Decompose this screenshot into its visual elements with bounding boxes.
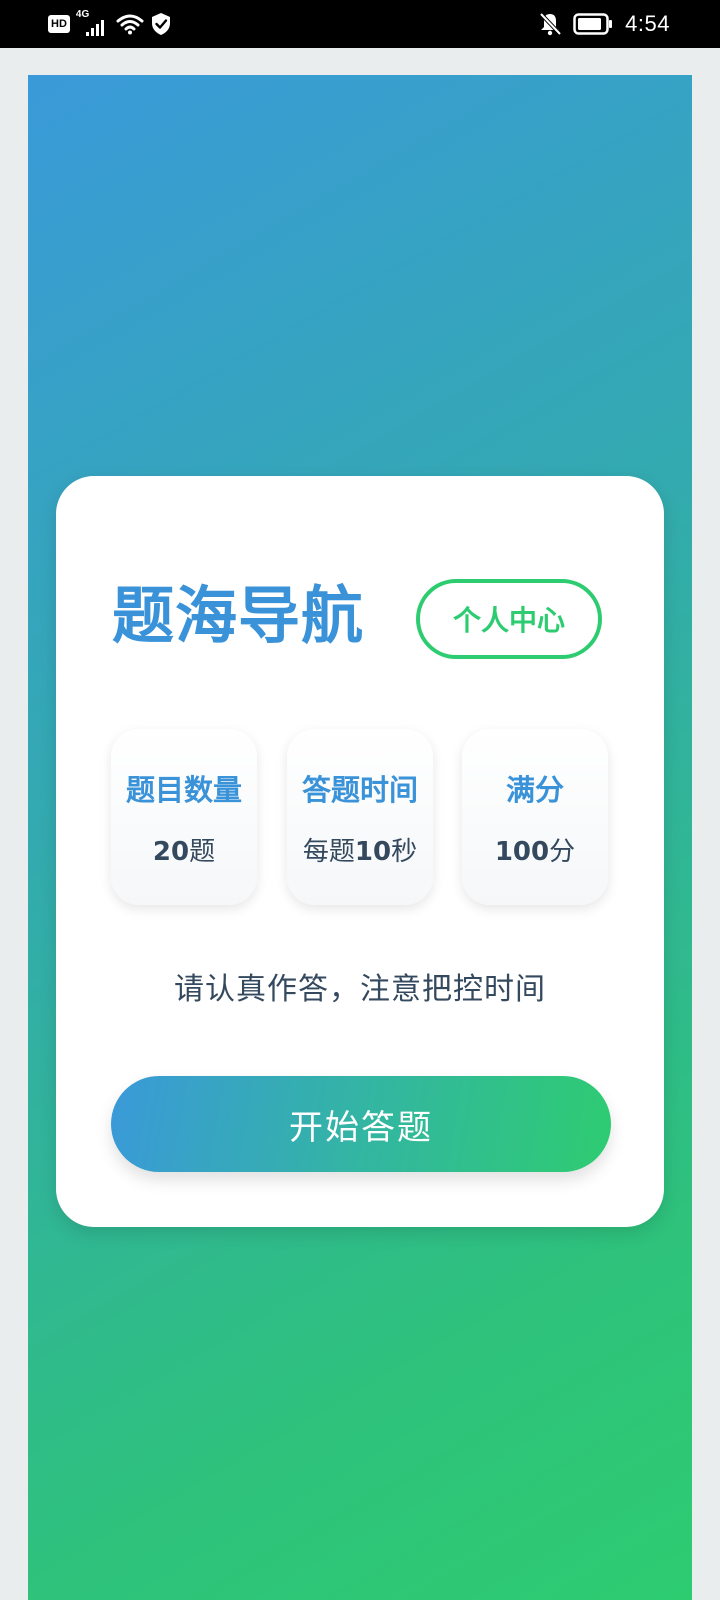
wifi-icon <box>116 14 144 35</box>
cellular-signal-icon: 4G <box>76 9 110 37</box>
stat-value: 20题 <box>152 837 216 867</box>
home-card: 题海导航 个人中心 题目数量 20题 答题时间 每题10秒 满分 100分 请认… <box>56 476 664 1227</box>
stat-card-question-count: 题目数量 20题 <box>111 729 257 905</box>
hd-icon: HD <box>48 15 70 33</box>
stat-card-answer-time: 答题时间 每题10秒 <box>287 729 433 905</box>
stat-label: 满分 <box>505 773 564 807</box>
stat-value-number: 10 <box>354 837 392 867</box>
status-bar-right: 4:54 <box>539 10 670 38</box>
clock-time: 4:54 <box>625 11 670 36</box>
stat-card-full-score: 满分 100分 <box>462 729 608 905</box>
app-title: 题海导航 <box>112 579 365 652</box>
notice-text: 请认真作答，注意把控时间 <box>174 972 546 1007</box>
stat-value: 100分 <box>494 837 576 867</box>
profile-center-button[interactable]: 个人中心 <box>416 579 602 659</box>
notifications-off-icon <box>539 12 562 36</box>
status-bar: HD 4G 4:54 <box>0 0 720 48</box>
stat-value-number: 100 <box>494 837 550 867</box>
stat-value: 每题10秒 <box>302 837 418 867</box>
stat-label: 题目数量 <box>125 773 242 807</box>
battery-icon <box>573 13 613 35</box>
start-quiz-button[interactable]: 开始答题 <box>111 1076 611 1172</box>
status-bar-left: HD 4G <box>48 9 172 38</box>
shield-icon <box>151 13 170 35</box>
stat-value-number: 20 <box>152 837 190 867</box>
stat-label: 答题时间 <box>301 773 418 807</box>
